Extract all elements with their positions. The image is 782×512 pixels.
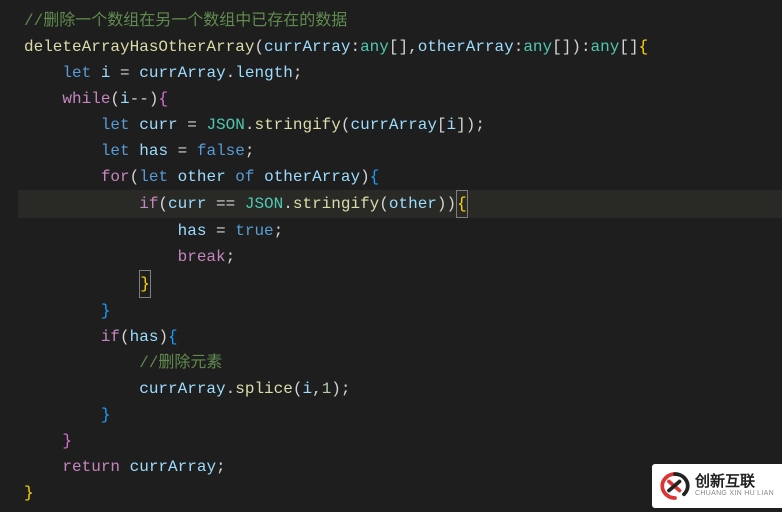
code-line: //删除元素 — [18, 350, 782, 376]
code-line: let i = currArray.length; — [18, 60, 782, 86]
watermark-text-cn: 创新互联 — [695, 474, 774, 491]
code-line: deleteArrayHasOtherArray(currArray:any[]… — [18, 34, 782, 60]
watermark-text-en: CHUANG XIN HU LIAN — [695, 490, 774, 498]
function-name: deleteArrayHasOtherArray — [24, 38, 254, 56]
code-line: if(has){ — [18, 324, 782, 350]
code-line: for(let other of otherArray){ — [18, 164, 782, 190]
code-line: let has = false; — [18, 138, 782, 164]
code-line-active: if(curr == JSON.stringify(other)){ — [18, 190, 782, 218]
code-line: has = true; — [18, 218, 782, 244]
code-line: } — [18, 298, 782, 324]
comment: //删除一个数组在另一个数组中已存在的数据 — [24, 12, 347, 30]
cursor-bracket: { — [456, 190, 468, 218]
code-line: //删除一个数组在另一个数组中已存在的数据 — [18, 8, 782, 34]
code-line: } — [18, 428, 782, 454]
matching-bracket: } — [139, 270, 151, 298]
watermark-logo-icon — [660, 471, 690, 501]
code-line: } — [18, 402, 782, 428]
code-line: currArray.splice(i,1); — [18, 376, 782, 402]
code-editor[interactable]: //删除一个数组在另一个数组中已存在的数据 deleteArrayHasOthe… — [0, 0, 782, 506]
watermark-badge: 创新互联 CHUANG XIN HU LIAN — [652, 464, 782, 508]
code-line: break; — [18, 244, 782, 270]
code-line: while(i--){ — [18, 86, 782, 112]
code-line: } — [18, 270, 782, 298]
code-line: let curr = JSON.stringify(currArray[i]); — [18, 112, 782, 138]
